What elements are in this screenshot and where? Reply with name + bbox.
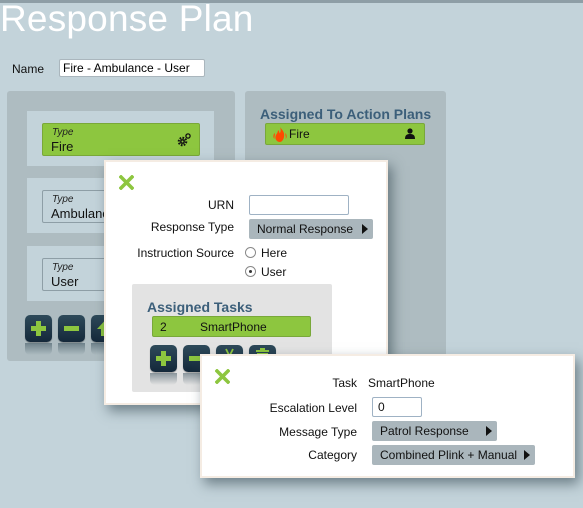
button-reflection — [58, 343, 85, 355]
type-label: Type — [52, 262, 74, 273]
close-icon[interactable] — [119, 175, 134, 190]
radio-here-label: Here — [261, 246, 288, 260]
page-title: Response Plan — [0, 0, 254, 39]
task-label: Task — [332, 376, 357, 390]
escalation-level-input[interactable]: 0 — [372, 397, 422, 417]
person-icon — [405, 128, 415, 139]
category-select[interactable]: Combined Plink + Manual — [372, 445, 535, 465]
caret-right-icon — [524, 450, 530, 460]
response-type-value: Normal Response — [257, 222, 354, 236]
radio-user[interactable] — [245, 266, 256, 277]
remove-icon — [64, 326, 79, 331]
caret-right-icon — [486, 426, 492, 436]
add-task-button[interactable] — [150, 345, 177, 372]
task-row[interactable]: 2 SmartPhone — [152, 316, 311, 337]
type-label: Type — [52, 194, 74, 205]
task-name: SmartPhone — [200, 320, 267, 334]
button-reflection — [150, 373, 177, 385]
fire-icon — [273, 127, 287, 142]
category-label: Category — [308, 448, 357, 462]
type-label: Type — [52, 127, 74, 138]
message-type-value: Patrol Response — [380, 424, 469, 438]
assigned-tasks-title: Assigned Tasks — [147, 299, 253, 315]
add-type-button[interactable] — [25, 315, 52, 342]
caret-right-icon — [362, 224, 368, 234]
instruction-source-label: Instruction Source — [137, 246, 234, 260]
action-plan-item[interactable]: Fire — [265, 123, 425, 145]
remove-type-button[interactable] — [58, 315, 85, 342]
escalation-level-label: Escalation Level — [269, 401, 357, 415]
action-plans-title: Assigned To Action Plans — [260, 106, 432, 122]
radio-user-label: User — [261, 265, 287, 279]
task-number: 2 — [160, 320, 167, 334]
add-icon — [156, 351, 171, 366]
response-type-select[interactable]: Normal Response — [249, 219, 373, 239]
message-type-select[interactable]: Patrol Response — [372, 421, 497, 441]
action-plan-label: Fire — [289, 127, 310, 141]
urn-label: URN — [208, 198, 234, 212]
response-type-label: Response Type — [150, 220, 234, 234]
category-value: Combined Plink + Manual — [380, 448, 518, 462]
type-card-fire[interactable]: Type Fire — [42, 123, 200, 156]
add-icon — [31, 321, 46, 336]
name-label: Name — [12, 62, 45, 76]
type-value: User — [51, 274, 79, 289]
type-value: Fire — [51, 139, 74, 154]
urn-input[interactable] — [249, 195, 349, 215]
task-value: SmartPhone — [368, 376, 435, 390]
button-reflection — [25, 343, 52, 355]
gears-icon[interactable] — [177, 133, 191, 147]
message-type-label: Message Type — [279, 425, 357, 439]
close-icon[interactable] — [215, 369, 230, 384]
radio-here[interactable] — [245, 247, 256, 258]
name-input[interactable] — [59, 59, 205, 77]
